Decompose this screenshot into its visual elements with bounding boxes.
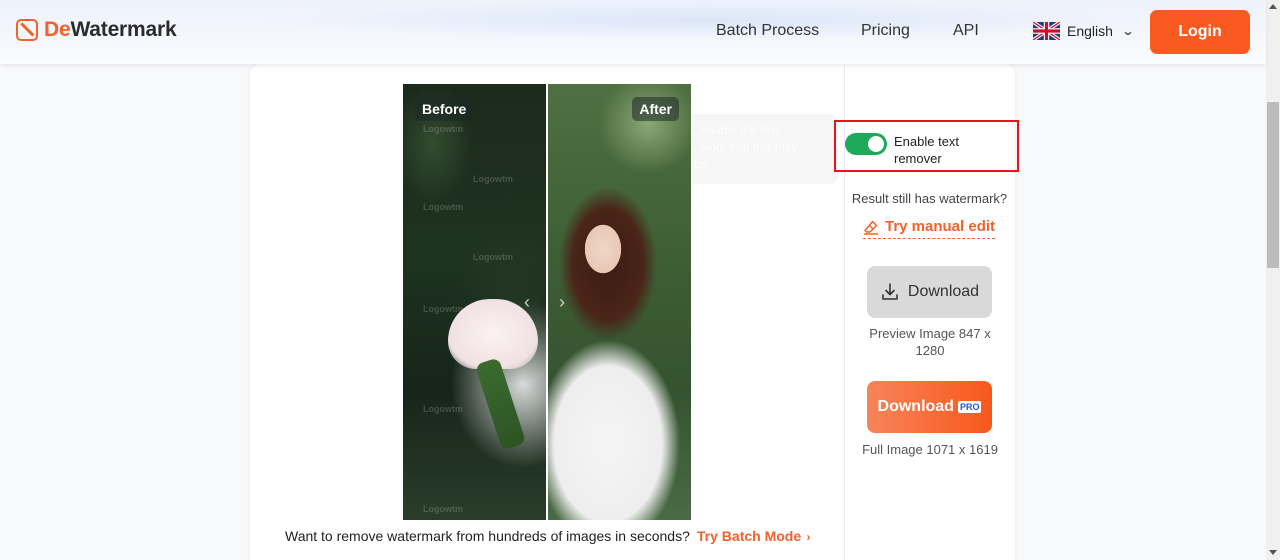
watermark-label: Logowtm (473, 252, 513, 262)
try-batch-mode-link[interactable]: Try Batch Mode › (697, 528, 811, 544)
after-image (548, 84, 691, 520)
manual-edit-label: Try manual edit (885, 218, 996, 235)
stems-shape (474, 357, 527, 451)
logo[interactable]: DeWatermark (16, 18, 177, 42)
tooltip-line: . Note that this may (694, 140, 798, 154)
pro-badge: PRO (957, 401, 982, 413)
watermark-label: Logowtm (473, 174, 513, 184)
logo-prefix: De (44, 18, 71, 41)
still-has-watermark-text: Result still has watermark? (851, 191, 1008, 206)
logo-suffix: Watermark (70, 18, 177, 41)
scroll-thumb[interactable] (1267, 102, 1279, 268)
download-icon (882, 283, 898, 300)
watermark-label: Logowtm (423, 404, 463, 414)
uk-flag-icon (1033, 22, 1060, 40)
chevron-right-icon: › (803, 530, 811, 544)
batch-promo: Want to remove watermark from hundreds o… (285, 528, 810, 544)
after-label: After (632, 97, 679, 121)
text-remover-toggle[interactable] (845, 133, 887, 155)
preview-image-size: Preview Image 847 x 1280 (869, 326, 991, 358)
before-after-comparison[interactable]: Logowtm Logowtm Logowtm Logowtm Logowtm … (403, 84, 691, 520)
watermark-label: Logowtm (423, 124, 463, 134)
chevron-right-icon[interactable]: › (559, 292, 565, 313)
text-remover-tooltip: , enable the text . Note that this may g… (692, 114, 838, 184)
full-image-size: Full Image 1071 x 1619 (862, 442, 998, 457)
before-label: Before (415, 97, 474, 121)
watermark-label: Logowtm (423, 304, 463, 314)
watermark-label: Logowtm (423, 202, 463, 212)
nav-api[interactable]: API (953, 22, 979, 40)
download-preview-button[interactable]: Download (867, 266, 992, 318)
logo-icon (16, 19, 38, 41)
scroll-up-arrow-icon[interactable] (1269, 4, 1277, 9)
language-selector[interactable]: English ⌄ (1033, 22, 1135, 40)
text-remover-label: Enable text remover (894, 134, 960, 166)
chevron-left-icon[interactable]: ‹ (524, 292, 530, 313)
toggle-knob (868, 136, 884, 152)
tooltip-line: , enable the text (694, 123, 780, 137)
download-pro-label: Download (877, 398, 954, 415)
nav-pricing[interactable]: Pricing (861, 22, 910, 40)
nav-batch-process[interactable]: Batch Process (716, 22, 819, 40)
watermark-label: Logowtm (423, 504, 463, 514)
try-manual-edit-link[interactable]: Try manual edit (863, 218, 996, 239)
login-button[interactable]: Login (1150, 10, 1250, 54)
batch-mode-label: Try Batch Mode (696, 528, 802, 544)
top-header: DeWatermark Batch Process Pricing API En… (0, 0, 1266, 64)
eraser-icon (864, 220, 878, 235)
download-full-pro-button[interactable]: Download PRO (867, 381, 992, 433)
header-glow (255, 0, 1155, 40)
chevron-down-icon: ⌄ (1121, 24, 1135, 38)
tooltip-line: ge. (694, 157, 711, 171)
batch-promo-text: Want to remove watermark from hundreds o… (285, 528, 690, 544)
scroll-down-arrow-icon[interactable] (1269, 550, 1277, 555)
download-preview-label: Download (907, 283, 980, 300)
vertical-scrollbar[interactable] (1266, 0, 1280, 560)
language-label: English (1067, 23, 1113, 39)
logo-text: DeWatermark (44, 18, 177, 42)
comparison-slider-handle[interactable] (546, 84, 548, 520)
